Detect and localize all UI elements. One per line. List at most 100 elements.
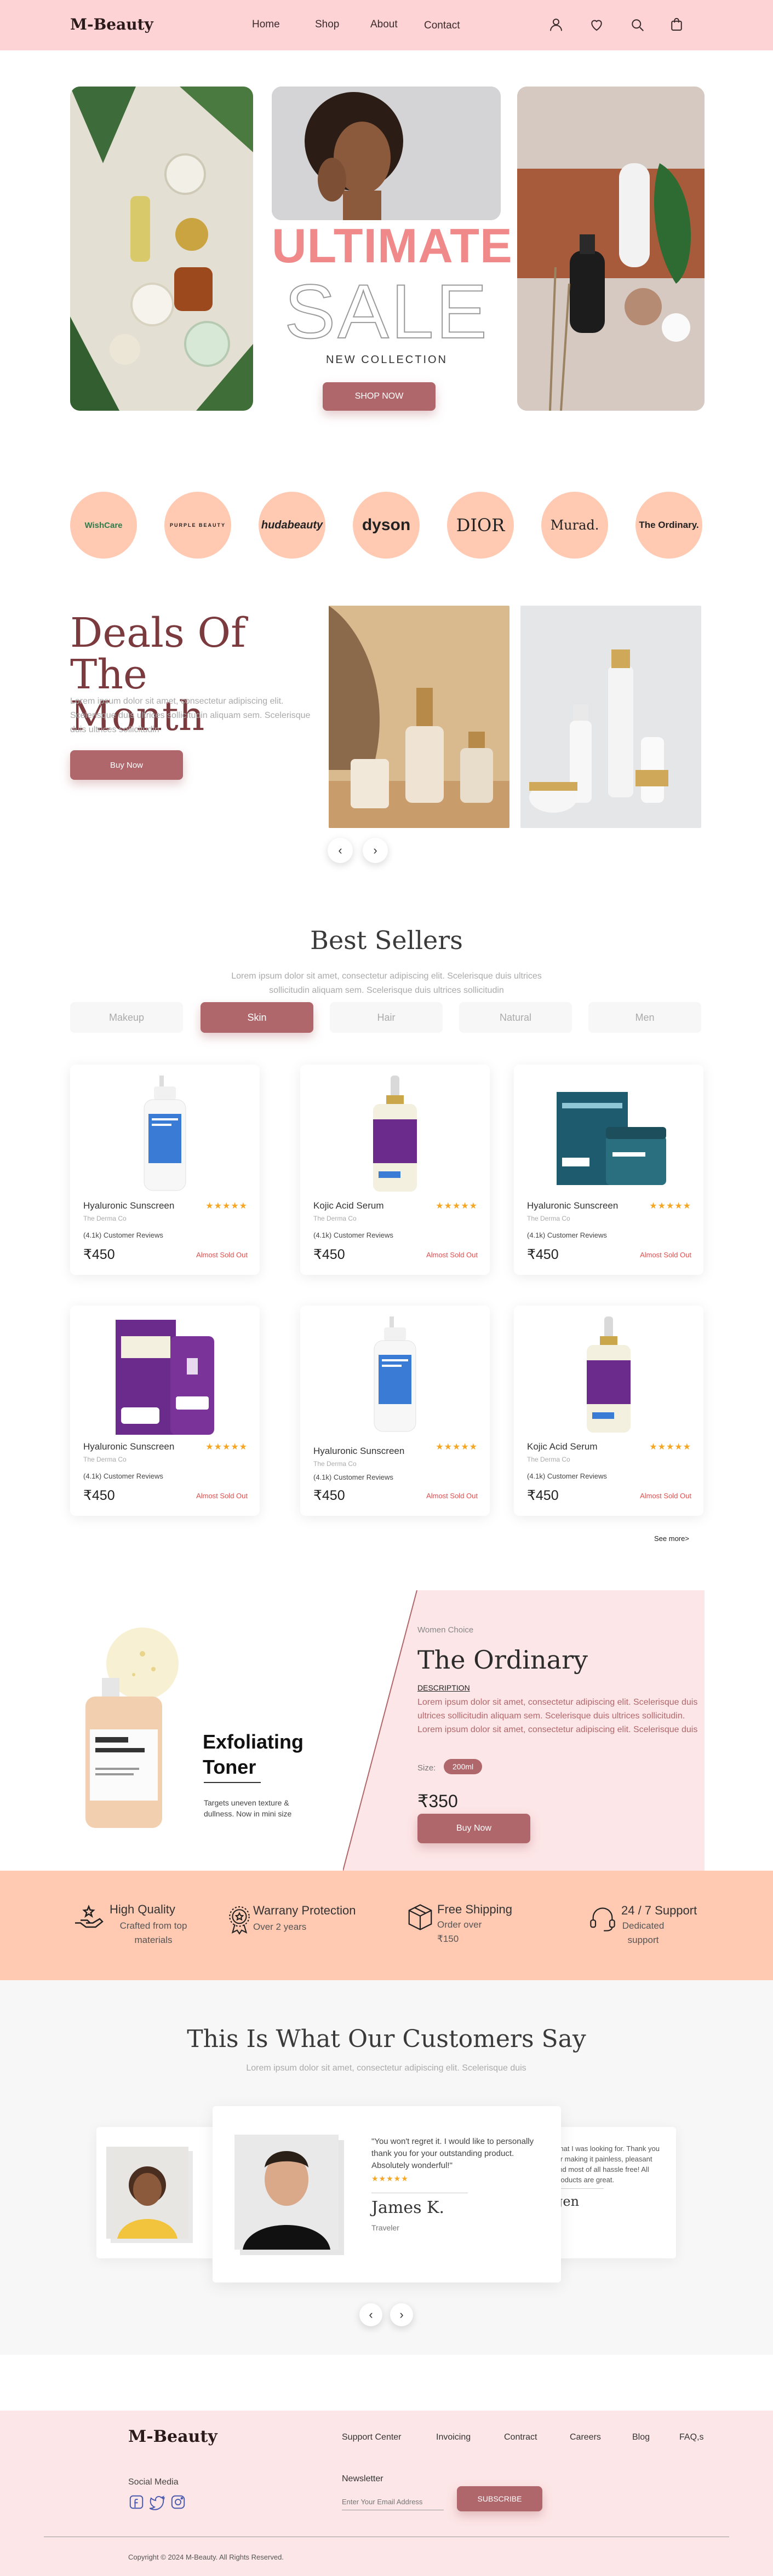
testimonials-prev-button[interactable]: ‹ xyxy=(359,2303,382,2326)
promo-buy-now-button[interactable]: Buy Now xyxy=(417,1814,530,1843)
brand-dyson[interactable]: dyson xyxy=(353,492,420,559)
promo-product-title: Exfoliating Toner xyxy=(203,1729,304,1780)
product-status: Almost Sold Out xyxy=(196,1492,248,1500)
star-rating-icon: ★★★★★ xyxy=(436,1201,478,1211)
product-price: ₹450 xyxy=(527,1247,559,1262)
product-card[interactable]: Kojic Acid Serum ★★★★★ The Derma Co (4.1… xyxy=(514,1306,703,1516)
deals-buy-now-button[interactable]: Buy Now xyxy=(70,750,183,780)
product-brand: The Derma Co xyxy=(83,1456,127,1463)
tab-hair[interactable]: Hair xyxy=(330,1002,443,1033)
testimonial-side-quote: what I was looking for. Thank you for ma… xyxy=(554,2144,660,2184)
feature-subtitle: Dedicated support xyxy=(621,1919,665,1947)
shop-now-button[interactable]: SHOP NOW xyxy=(323,382,436,411)
hero-image-right xyxy=(517,87,705,411)
newsletter-label: Newsletter xyxy=(342,2474,383,2483)
promo-product-description: Targets uneven texture & dullness. Now i… xyxy=(204,1798,292,1818)
tab-makeup[interactable]: Makeup xyxy=(70,1002,183,1033)
best-sellers-title: Best Sellers xyxy=(310,925,463,955)
bag-icon[interactable] xyxy=(668,16,685,33)
promo-label: Women Choice xyxy=(417,1625,474,1635)
promo-product-title-line2: Toner xyxy=(203,1756,256,1778)
product-image xyxy=(311,1314,479,1439)
brand-murad[interactable]: Murad. xyxy=(541,492,608,559)
star-rating-icon: ★★★★★ xyxy=(371,2174,409,2183)
deals-next-button[interactable]: › xyxy=(363,838,388,863)
product-reviews: (4.1k) Customer Reviews xyxy=(527,1472,607,1480)
footer-link-contract[interactable]: Contract xyxy=(504,2433,537,2442)
product-reviews: (4.1k) Customer Reviews xyxy=(527,1231,607,1239)
product-image xyxy=(81,1073,249,1198)
deals-description: Lorem ipsum dolor sit amet, consectetur … xyxy=(70,697,311,734)
subscribe-button[interactable]: SUBSCRIBE xyxy=(457,2486,542,2511)
avatar xyxy=(234,2135,339,2250)
star-rating-icon: ★★★★★ xyxy=(205,1442,248,1452)
product-status: Almost Sold Out xyxy=(196,1251,248,1259)
product-card[interactable]: Hyaluronic Sunscreen ★★★★★ The Derma Co … xyxy=(514,1065,703,1275)
tab-skin[interactable]: Skin xyxy=(201,1002,313,1033)
brand-the-ordinary[interactable]: The Ordinary. xyxy=(635,492,702,559)
product-name: Kojic Acid Serum xyxy=(527,1441,598,1452)
testimonial-card-main: "You won't regret it. I would like to pe… xyxy=(213,2106,561,2282)
support-headset-icon xyxy=(588,1905,617,1933)
nav-about[interactable]: About xyxy=(370,19,398,31)
product-brand: The Derma Co xyxy=(83,1215,127,1222)
brand-wishcare[interactable]: WishCare xyxy=(70,492,137,559)
nav-shop[interactable]: Shop xyxy=(315,19,339,31)
footer-link-faqs[interactable]: FAQ,s xyxy=(679,2433,703,2442)
nav-contact[interactable]: Contact xyxy=(424,20,460,32)
feature-subtitle: Crafted from top materials xyxy=(110,1919,197,1947)
hero-image-model xyxy=(272,87,501,220)
tab-natural[interactable]: Natural xyxy=(459,1002,572,1033)
instagram-icon[interactable] xyxy=(170,2494,186,2510)
promo-size-label: Size: xyxy=(417,1763,436,1773)
product-reviews: (4.1k) Customer Reviews xyxy=(83,1231,163,1239)
promo-product-image xyxy=(77,1625,203,1844)
brand-dior[interactable]: DIOR xyxy=(447,492,514,559)
heart-icon[interactable] xyxy=(588,16,605,33)
product-status: Almost Sold Out xyxy=(426,1251,478,1259)
product-status: Almost Sold Out xyxy=(640,1251,691,1259)
footer-link-invoicing[interactable]: Invoicing xyxy=(436,2433,471,2442)
deals-image-2 xyxy=(520,606,701,828)
product-price: ₹450 xyxy=(527,1488,559,1503)
product-card[interactable]: Kojic Acid Serum ★★★★★ The Derma Co (4.1… xyxy=(300,1065,490,1275)
site-logo[interactable]: M-Beauty xyxy=(70,15,153,33)
search-icon[interactable] xyxy=(629,16,645,33)
see-more-link[interactable]: See more> xyxy=(654,1534,689,1543)
product-card[interactable]: Hyaluronic Sunscreen ★★★★★ The Derma Co … xyxy=(70,1306,260,1516)
newsletter-email-input[interactable] xyxy=(342,2494,444,2510)
product-card[interactable]: Hyaluronic Sunscreen ★★★★★ The Derma Co … xyxy=(70,1065,260,1275)
footer-logo[interactable]: M-Beauty xyxy=(128,2427,217,2446)
product-card[interactable]: Hyaluronic Sunscreen ★★★★★ The Derma Co … xyxy=(300,1306,490,1516)
promo-description: Lorem ipsum dolor sit amet, consectetur … xyxy=(417,1698,698,1734)
product-price: ₹450 xyxy=(83,1247,115,1262)
product-reviews: (4.1k) Customer Reviews xyxy=(313,1473,393,1481)
brand-purple-beauty[interactable]: PURPLE BEAUTY xyxy=(164,492,231,559)
feature-title: Warrany Protection xyxy=(253,1904,356,1917)
tab-men[interactable]: Men xyxy=(588,1002,701,1033)
feature-subtitle-line2: materials xyxy=(134,1935,173,1945)
product-image xyxy=(525,1314,692,1439)
product-price: ₹450 xyxy=(313,1488,345,1503)
nav-home[interactable]: Home xyxy=(252,19,280,31)
feature-subtitle-line1: Order over xyxy=(437,1919,482,1930)
facebook-icon[interactable] xyxy=(128,2494,145,2510)
footer-link-blog[interactable]: Blog xyxy=(632,2433,650,2442)
hero-subtitle: NEW COLLECTION xyxy=(325,354,448,366)
deals-prev-button[interactable]: ‹ xyxy=(328,838,353,863)
hero-headline: ULTIMATE xyxy=(272,219,513,273)
footer-link-support[interactable]: Support Center xyxy=(342,2433,402,2442)
promo-size-chip[interactable]: 200ml xyxy=(444,1759,483,1774)
testimonial-role: Traveler xyxy=(371,2223,399,2232)
twitter-icon[interactable] xyxy=(149,2494,165,2510)
feature-subtitle-line2: support xyxy=(627,1935,659,1945)
product-image xyxy=(525,1073,692,1198)
footer-link-careers[interactable]: Careers xyxy=(570,2433,601,2442)
promo-brand: The Ordinary xyxy=(417,1645,588,1675)
testimonial-card-left xyxy=(96,2127,217,2258)
brand-hudabeauty[interactable]: hudabeauty xyxy=(259,492,325,559)
testimonial-quote: "You won't regret it. I would like to pe… xyxy=(371,2137,534,2170)
product-status: Almost Sold Out xyxy=(426,1492,478,1500)
testimonials-next-button[interactable]: › xyxy=(390,2303,413,2326)
user-icon[interactable] xyxy=(548,16,564,33)
